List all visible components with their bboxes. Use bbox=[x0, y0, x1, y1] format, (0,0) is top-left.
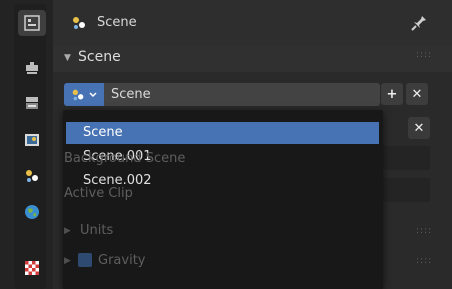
units-label: Units bbox=[80, 223, 114, 238]
view-layer-icon bbox=[25, 134, 39, 146]
gravity-collapse-icon: ▶ bbox=[64, 256, 71, 266]
output-icon bbox=[26, 97, 38, 109]
scene-name-field[interactable]: Scene bbox=[111, 87, 151, 102]
units-collapse-icon: ▶ bbox=[64, 226, 71, 236]
drag-grip-icon: :::: bbox=[416, 256, 433, 266]
new-scene-button[interactable]: + bbox=[381, 83, 403, 105]
pin-icon[interactable] bbox=[410, 14, 428, 32]
gravity-label: Gravity bbox=[98, 253, 146, 268]
unlink-scene-button[interactable]: ✕ bbox=[406, 83, 428, 105]
tab-view-layer[interactable] bbox=[18, 127, 46, 153]
tab-world[interactable] bbox=[18, 199, 46, 225]
chevron-down-icon bbox=[89, 91, 97, 97]
active-clip-label: Active Clip bbox=[64, 186, 133, 201]
scene-icon bbox=[26, 170, 38, 182]
tab-output[interactable] bbox=[18, 90, 46, 116]
browse-scene-button[interactable] bbox=[64, 83, 104, 106]
dropdown-item-scene[interactable]: Scene bbox=[66, 122, 379, 144]
scene-icon bbox=[72, 89, 84, 100]
tab-tool[interactable] bbox=[18, 10, 46, 36]
tab-texture[interactable] bbox=[18, 255, 46, 281]
field-remove-button[interactable]: ✕ bbox=[408, 117, 430, 139]
texture-icon bbox=[25, 261, 39, 275]
panel-title: Scene bbox=[78, 49, 121, 65]
collapse-triangle-icon[interactable]: ▼ bbox=[64, 53, 71, 63]
render-icon bbox=[26, 62, 38, 74]
tab-scene[interactable] bbox=[18, 163, 46, 189]
tab-render[interactable] bbox=[18, 55, 46, 81]
drag-grip-icon: :::: bbox=[416, 226, 433, 236]
gravity-checkbox bbox=[78, 253, 92, 267]
world-icon bbox=[25, 205, 39, 219]
background-scene-label: Background Scene bbox=[64, 151, 186, 166]
drag-grip-icon[interactable]: :::: bbox=[416, 50, 432, 60]
context-title: Scene bbox=[97, 15, 137, 30]
tool-icon bbox=[24, 15, 40, 31]
scene-icon bbox=[73, 17, 85, 29]
